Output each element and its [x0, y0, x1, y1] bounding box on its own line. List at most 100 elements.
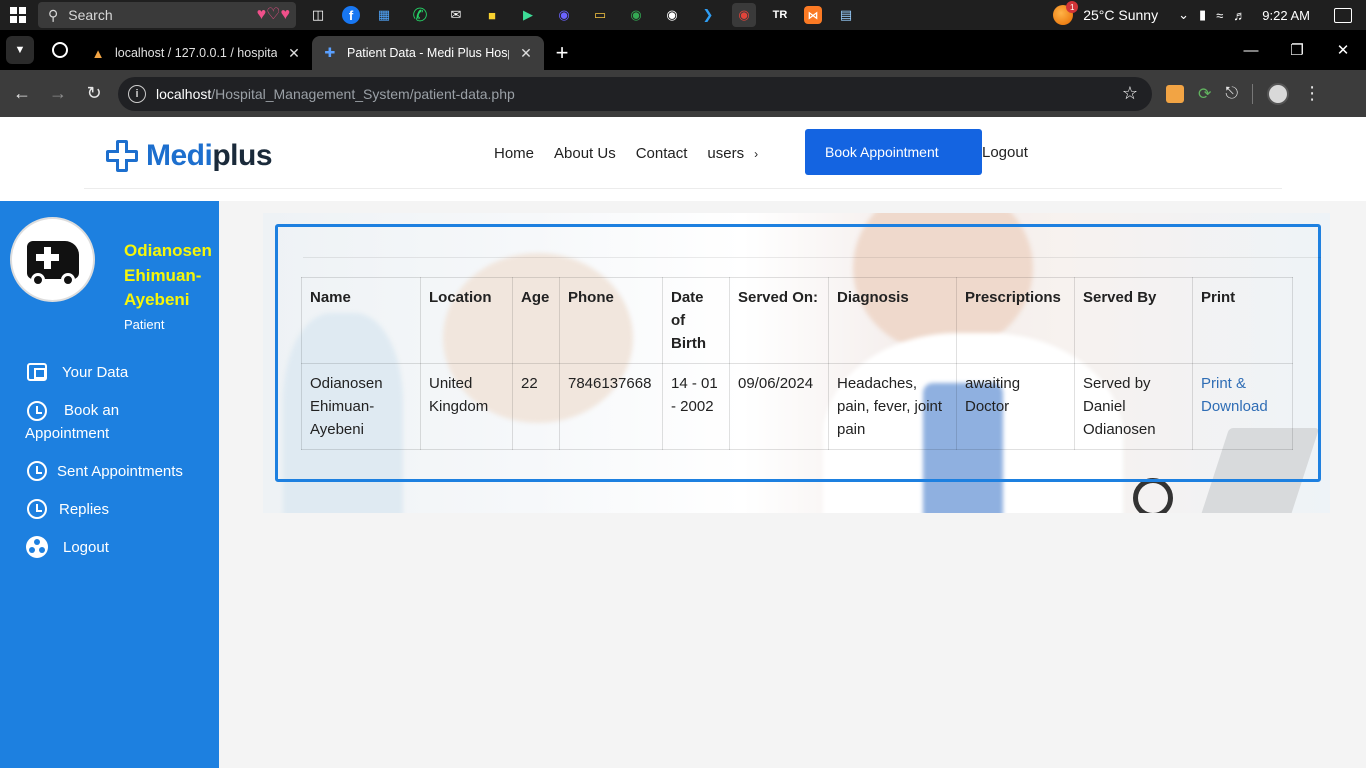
vscode-icon[interactable]: ❯: [696, 3, 720, 27]
col-dob-header: Date of Birth: [662, 277, 730, 364]
new-tab-button[interactable]: +: [548, 36, 576, 70]
print-download-link[interactable]: Print & Download: [1201, 375, 1268, 415]
more-menu-icon[interactable]: ⋮: [1303, 83, 1321, 104]
site-logo[interactable]: Mediplus: [106, 139, 273, 173]
col-served-on-header: Served On:: [729, 277, 829, 364]
cell-dob: 14 - 01 - 2002: [662, 363, 730, 450]
facebook-icon[interactable]: f: [342, 6, 360, 24]
notification-icon[interactable]: [1334, 7, 1352, 23]
phpmyadmin-icon: ▲: [91, 45, 105, 61]
close-icon[interactable]: ✕: [286, 45, 302, 62]
xampp-icon[interactable]: ⋈: [804, 6, 822, 24]
tab-search-button[interactable]: ▼: [6, 36, 34, 64]
toolbar-divider: [1252, 83, 1254, 104]
close-window-icon[interactable]: ✕: [1320, 30, 1366, 70]
url-host: localhost: [156, 85, 212, 102]
nav-home[interactable]: Home: [494, 145, 534, 162]
bookmark-star-icon[interactable]: ☆: [1122, 83, 1138, 104]
search-icon: ⚲: [48, 6, 59, 23]
windows-icon: [10, 7, 26, 23]
table-header-row: Name Location Age Phone Date of Birth Se…: [301, 277, 1293, 364]
book-appointment-button[interactable]: Book Appointment: [805, 129, 982, 175]
cell-served-on: 09/06/2024: [729, 363, 829, 450]
weather-icon[interactable]: 1: [1053, 1, 1079, 25]
pinned-tab-chatgpt[interactable]: [40, 33, 80, 67]
close-icon[interactable]: ✕: [518, 45, 534, 62]
terminal-icon[interactable]: TR: [768, 3, 792, 27]
cell-prescriptions: awaiting Doctor: [956, 363, 1075, 450]
sticky-notes-icon[interactable]: ■: [480, 3, 504, 27]
cell-phone: 7846137668: [559, 363, 663, 450]
forward-icon[interactable]: →: [40, 76, 76, 112]
extension-icon[interactable]: [1166, 84, 1184, 103]
chevron-up-icon[interactable]: ⌄: [1178, 7, 1189, 23]
sidebar-item-label: Logout: [63, 539, 109, 556]
sidebar-item-label: Replies: [59, 501, 110, 518]
tab-title: Patient Data - Medi Plus Hospit: [347, 46, 509, 60]
start-button[interactable]: [0, 0, 36, 30]
site-info-icon[interactable]: i: [128, 84, 146, 103]
extension-sync-icon[interactable]: ⟳: [1198, 84, 1211, 104]
notepad-icon[interactable]: ▤: [834, 3, 858, 27]
wifi-icon[interactable]: ≈: [1216, 8, 1223, 23]
address-bar[interactable]: i localhost/Hospital_Management_System/p…: [118, 76, 1152, 111]
tab-phpmyadmin[interactable]: ▲ localhost / 127.0.0.1 / hospital_ ✕: [80, 36, 312, 70]
nav-contact[interactable]: Contact: [636, 145, 688, 162]
maps-icon[interactable]: ◉: [624, 3, 648, 27]
clock-time[interactable]: 9:22 AM: [1262, 8, 1310, 23]
sidebar-item-label-line2: Appointment: [25, 425, 110, 442]
cell-location: United Kingdom: [420, 363, 513, 450]
chrome-icon[interactable]: ◉: [732, 3, 756, 27]
minimize-icon[interactable]: —: [1228, 30, 1274, 70]
weather-text[interactable]: 25°C Sunny: [1083, 7, 1158, 23]
tab-patient-data[interactable]: ✚ Patient Data - Medi Plus Hospit ✕: [312, 36, 544, 70]
nav-users[interactable]: users ›: [707, 145, 758, 162]
main-nav: Home About Us Contact users ›: [494, 143, 758, 163]
header-divider: [84, 188, 1282, 189]
col-diagnosis-header: Diagnosis: [828, 277, 957, 364]
nav-about[interactable]: About Us: [554, 145, 616, 162]
store-icon[interactable]: ▦: [372, 3, 396, 27]
github-icon[interactable]: ◉: [660, 3, 684, 27]
cell-print: Print & Download: [1192, 363, 1293, 450]
cell-diagnosis: Headaches, pain, fever, joint pain: [828, 363, 957, 450]
sidebar-item-label: Book an: [64, 402, 120, 419]
mail-icon[interactable]: ✉: [444, 3, 468, 27]
vpn-icon[interactable]: ◉: [552, 3, 576, 27]
header-logout-link[interactable]: Logout: [982, 144, 1028, 161]
alarm-clock-icon: [26, 498, 48, 520]
taskbar-search[interactable]: ⚲ Search ♥♡♥: [38, 2, 296, 28]
id-card-icon: [26, 361, 48, 383]
file-explorer-icon[interactable]: ▭: [588, 3, 612, 27]
alarm-clock-icon: [26, 460, 48, 482]
reload-icon[interactable]: ↻: [76, 76, 112, 112]
site-header: Mediplus Home About Us Contact users › Bo…: [0, 117, 1366, 201]
search-highlight-icon: ♥♡♥: [256, 6, 290, 23]
col-prescriptions-header: Prescriptions: [956, 277, 1075, 364]
patient-data-table: Name Location Age Phone Date of Birth Se…: [301, 277, 1293, 450]
profile-avatar[interactable]: [1267, 82, 1290, 105]
volume-icon[interactable]: ♬: [1233, 8, 1246, 23]
sidebar-item-your-data[interactable]: Your Data: [0, 361, 219, 384]
whatsapp-icon[interactable]: ✆: [408, 3, 432, 27]
browser-toolbar: ← → ↻ i localhost/Hospital_Management_Sy…: [0, 70, 1366, 117]
col-phone-header: Phone: [559, 277, 663, 364]
sidebar-item-sent-appointments[interactable]: Sent Appointments: [0, 460, 219, 483]
windows-taskbar: ⚲ Search ♥♡♥ ◫ f ▦ ✆ ✉ ■ ▶ ◉ ▭ ◉ ◉ ❯ ◉ T…: [0, 0, 1366, 30]
extensions-puzzle-icon[interactable]: ⎋: [1225, 85, 1238, 103]
chatgpt-icon: [52, 42, 68, 58]
back-icon[interactable]: ←: [4, 76, 40, 112]
battery-icon[interactable]: ▮: [1199, 7, 1206, 23]
taskbar-search-label: Search: [68, 7, 113, 23]
col-served-by-header: Served By: [1074, 277, 1193, 364]
cell-age: 22: [512, 363, 560, 450]
task-view-icon[interactable]: ◫: [306, 3, 330, 27]
sidebar-item-logout[interactable]: Logout: [0, 536, 219, 559]
patient-role: Patient: [124, 317, 165, 332]
url-path: /Hospital_Management_System/patient-data…: [211, 85, 515, 102]
nav-users-label: users: [707, 144, 745, 162]
sidebar-item-book-appointment[interactable]: Book an Appointment: [0, 399, 219, 445]
sidebar-item-replies[interactable]: Replies: [0, 498, 219, 521]
media-icon[interactable]: ▶: [516, 3, 540, 27]
restore-icon[interactable]: ❐: [1274, 30, 1320, 70]
